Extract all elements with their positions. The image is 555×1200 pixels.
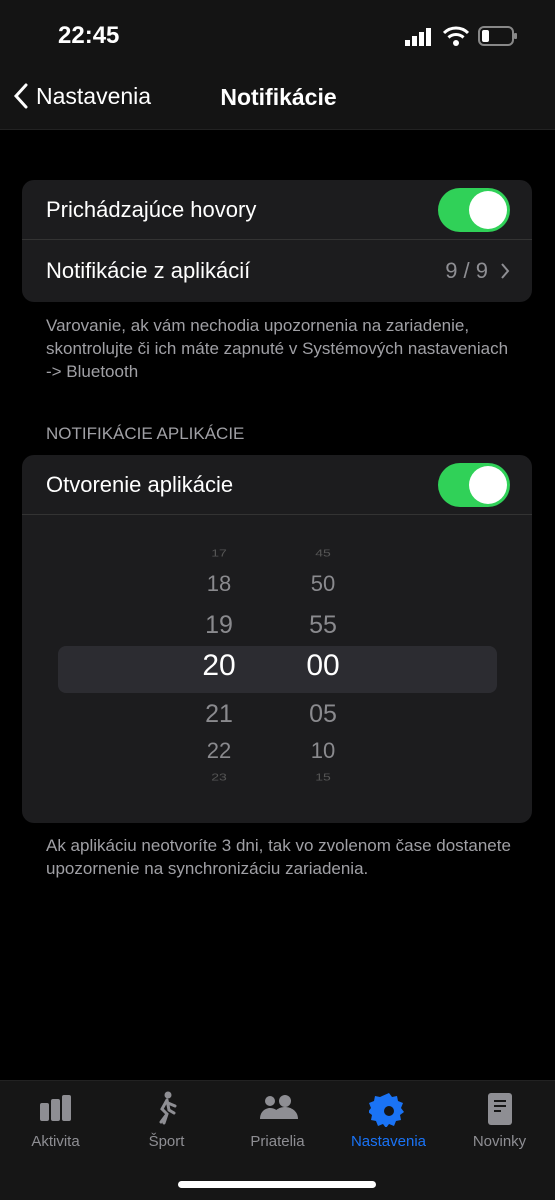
incoming-calls-label: Prichádzajúce hovory [46, 196, 257, 222]
minute-option[interactable]: 15 [283, 771, 363, 782]
incoming-calls-row: Prichádzajúce hovory [22, 180, 532, 240]
page-title: Notifikácie [0, 84, 555, 111]
app-open-row: Otvorenie aplikácie [22, 455, 532, 515]
tab-label: Nastavenia [350, 1133, 427, 1150]
app-notifications-count: 9 / 9 [445, 258, 488, 283]
time-picker[interactable]: 17 18 19 20 21 22 23 45 50 55 00 05 10 15 [22, 515, 532, 822]
incoming-calls-toggle[interactable] [438, 187, 510, 232]
selected-minute-option[interactable]: 00 [283, 649, 363, 683]
chevron-right-icon [501, 263, 510, 279]
hour-option[interactable]: 18 [179, 571, 259, 597]
hour-option[interactable]: 23 [179, 771, 259, 782]
page-title-text: Notifikácie [220, 84, 337, 110]
tab-šport[interactable]: Šport [111, 1091, 222, 1150]
app-open-toggle[interactable] [438, 462, 510, 507]
tab-label: Šport [148, 1133, 185, 1150]
document-icon [487, 1093, 512, 1125]
signal-icon [405, 28, 431, 46]
selected-hour-option[interactable]: 20 [179, 649, 259, 683]
picker-selection-highlight [58, 646, 497, 693]
general-card: Prichádzajúce hovory Notifikácie z aplik… [22, 180, 532, 302]
home-indicator [178, 1181, 376, 1188]
hour-option[interactable]: 22 [179, 738, 259, 764]
tab-label: Priatelia [250, 1133, 305, 1150]
minute-option[interactable]: 45 [283, 547, 363, 558]
minute-option[interactable]: 10 [283, 738, 363, 764]
hour-option[interactable]: 17 [179, 547, 259, 558]
minute-option[interactable]: 55 [283, 611, 363, 640]
tab-novinky[interactable]: Novinky [444, 1091, 555, 1150]
hour-option[interactable]: 21 [179, 700, 259, 729]
status-bar: 22:45 [0, 0, 555, 62]
section-header: NOTIFIKÁCIE APLIKÁCIE [46, 424, 245, 443]
app-notifications-row[interactable]: Notifikácie z aplikácií 9 / 9 [22, 240, 532, 302]
people-icon [259, 1095, 298, 1119]
minute-option[interactable]: 05 [283, 700, 363, 729]
tab-priatelia[interactable]: Priatelia [222, 1091, 333, 1150]
general-footnote: Varovanie, ak vám nechodia upozornenia n… [46, 316, 509, 381]
tab-nastavenia[interactable]: Nastavenia [333, 1091, 444, 1150]
app-open-label: Otvorenie aplikácie [46, 471, 234, 497]
tab-aktivita[interactable]: Aktivita [0, 1091, 111, 1150]
app-footnote: Ak aplikáciu neotvoríte 3 dni, tak vo zv… [46, 836, 511, 878]
nav-bar: Nastavenia Notifikácie [0, 62, 555, 130]
status-time: 22:45 [58, 22, 120, 49]
wifi-icon [443, 26, 469, 46]
walking-icon [159, 1091, 176, 1125]
bar-chart-icon [39, 1095, 71, 1121]
minute-option[interactable]: 50 [283, 571, 363, 597]
battery-icon [478, 26, 517, 46]
gear-icon [368, 1093, 404, 1127]
tab-label: Novinky [472, 1133, 527, 1150]
app-notifications-label: Notifikácie z aplikácií [46, 258, 251, 283]
app-card: Otvorenie aplikácie 17 18 19 20 21 22 23 45 50 5… [22, 455, 532, 823]
hour-option[interactable]: 19 [179, 611, 259, 640]
tab-label: Aktivita [31, 1133, 80, 1150]
